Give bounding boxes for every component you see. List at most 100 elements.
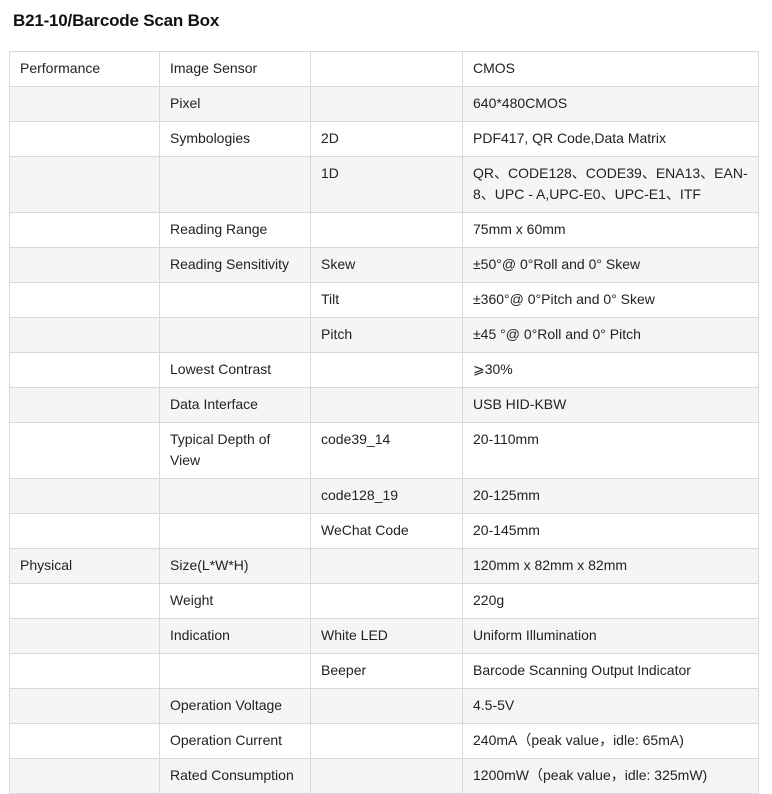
value-cell: ±360°@ 0°Pitch and 0° Skew	[462, 282, 759, 318]
sub-item-cell: Skew	[310, 247, 463, 283]
section-cell	[9, 86, 160, 122]
value-cell: 240mA（peak value，idle: 65mA)	[462, 723, 759, 759]
section-cell	[9, 618, 160, 654]
item-cell	[159, 478, 311, 514]
section-cell	[9, 121, 160, 157]
value-cell: 640*480CMOS	[462, 86, 759, 122]
section-cell	[9, 653, 160, 689]
value-cell: 120mm x 82mm x 82mm	[462, 548, 759, 584]
table-row: Data Interface USB HID-KBW	[9, 387, 759, 423]
sub-item-cell: WeChat Code	[310, 513, 463, 549]
table-row: Beeper Barcode Scanning Output Indicator	[9, 653, 759, 689]
section-cell	[9, 422, 160, 479]
item-cell: Operation Voltage	[159, 688, 311, 724]
sub-item-cell: Pitch	[310, 317, 463, 353]
section-cell: Performance	[9, 51, 160, 87]
value-cell: PDF417, QR Code,Data Matrix	[462, 121, 759, 157]
table-row: Typical Depth of View code39_14 20-110mm	[9, 422, 759, 479]
table-row: code128_19 20-125mm	[9, 478, 759, 514]
table-row: Performance Image Sensor CMOS	[9, 51, 759, 87]
value-cell: 220g	[462, 583, 759, 619]
sub-item-cell: White LED	[310, 618, 463, 654]
sub-item-cell	[310, 583, 463, 619]
sub-item-cell	[310, 548, 463, 584]
item-cell	[159, 513, 311, 549]
section-cell	[9, 513, 160, 549]
sub-item-cell	[310, 51, 463, 87]
value-cell: 1200mW（peak value，idle: 325mW)	[462, 758, 759, 794]
value-cell: ±50°@ 0°Roll and 0° Skew	[462, 247, 759, 283]
item-cell: Reading Sensitivity	[159, 247, 311, 283]
table-row: Symbologies 2D PDF417, QR Code,Data Matr…	[9, 121, 759, 157]
section-cell	[9, 352, 160, 388]
item-cell: Indication	[159, 618, 311, 654]
sub-item-cell	[310, 86, 463, 122]
section-cell	[9, 583, 160, 619]
value-cell: 4.5-5V	[462, 688, 759, 724]
item-cell: Typical Depth of View	[159, 422, 311, 479]
sub-item-cell: 2D	[310, 121, 463, 157]
value-cell: 20-125mm	[462, 478, 759, 514]
item-cell	[159, 317, 311, 353]
item-cell: Size(L*W*H)	[159, 548, 311, 584]
value-cell: ⩾30%	[462, 352, 759, 388]
item-cell	[159, 156, 311, 213]
item-cell	[159, 282, 311, 318]
sub-item-cell	[310, 688, 463, 724]
sub-item-cell: code39_14	[310, 422, 463, 479]
table-row: Weight 220g	[9, 583, 759, 619]
sub-item-cell: code128_19	[310, 478, 463, 514]
table-row: Physical Size(L*W*H) 120mm x 82mm x 82mm	[9, 548, 759, 584]
sub-item-cell: Beeper	[310, 653, 463, 689]
item-cell: Pixel	[159, 86, 311, 122]
item-cell: Data Interface	[159, 387, 311, 423]
section-cell	[9, 688, 160, 724]
table-row: Lowest Contrast ⩾30%	[9, 352, 759, 388]
value-cell: USB HID-KBW	[462, 387, 759, 423]
section-cell	[9, 758, 160, 794]
section-cell	[9, 282, 160, 318]
section-cell	[9, 212, 160, 248]
value-cell: 20-110mm	[462, 422, 759, 479]
value-cell: ±45 °@ 0°Roll and 0° Pitch	[462, 317, 759, 353]
section-cell	[9, 247, 160, 283]
table-row: WeChat Code 20-145mm	[9, 513, 759, 549]
item-cell: Operation Current	[159, 723, 311, 759]
section-cell	[9, 478, 160, 514]
table-row: 1D QR、CODE128、CODE39、ENA13、EAN-8、UPC - A…	[9, 156, 759, 213]
table-row: Reading Sensitivity Skew ±50°@ 0°Roll an…	[9, 247, 759, 283]
section-cell	[9, 317, 160, 353]
value-cell: CMOS	[462, 51, 759, 87]
value-cell: Uniform Illumination	[462, 618, 759, 654]
table-row: Pixel 640*480CMOS	[9, 86, 759, 122]
value-cell: 20-145mm	[462, 513, 759, 549]
sub-item-cell: Tilt	[310, 282, 463, 318]
section-cell: Physical	[9, 548, 160, 584]
item-cell: Symbologies	[159, 121, 311, 157]
section-cell	[9, 156, 160, 213]
page-title: B21-10/Barcode Scan Box	[13, 11, 220, 30]
table-row: Tilt ±360°@ 0°Pitch and 0° Skew	[9, 282, 759, 318]
value-cell: Barcode Scanning Output Indicator	[462, 653, 759, 689]
sub-item-cell: 1D	[310, 156, 463, 213]
sub-item-cell	[310, 212, 463, 248]
item-cell: Weight	[159, 583, 311, 619]
spec-table: Performance Image Sensor CMOS Pixel 640*…	[9, 51, 759, 794]
sub-item-cell	[310, 387, 463, 423]
sub-item-cell	[310, 723, 463, 759]
table-row: Operation Voltage 4.5-5V	[9, 688, 759, 724]
value-cell: 75mm x 60mm	[462, 212, 759, 248]
item-cell: Image Sensor	[159, 51, 311, 87]
table-row: Pitch ±45 °@ 0°Roll and 0° Pitch	[9, 317, 759, 353]
section-cell	[9, 723, 160, 759]
spec-table-body: Performance Image Sensor CMOS Pixel 640*…	[9, 51, 759, 794]
item-cell: Reading Range	[159, 212, 311, 248]
value-cell: QR、CODE128、CODE39、ENA13、EAN-8、UPC - A,UP…	[462, 156, 759, 213]
item-cell: Rated Consumption	[159, 758, 311, 794]
table-row: Rated Consumption 1200mW（peak value，idle…	[9, 758, 759, 794]
table-row: Operation Current 240mA（peak value，idle:…	[9, 723, 759, 759]
section-cell	[9, 387, 160, 423]
sub-item-cell	[310, 352, 463, 388]
table-row: Reading Range 75mm x 60mm	[9, 212, 759, 248]
sub-item-cell	[310, 758, 463, 794]
